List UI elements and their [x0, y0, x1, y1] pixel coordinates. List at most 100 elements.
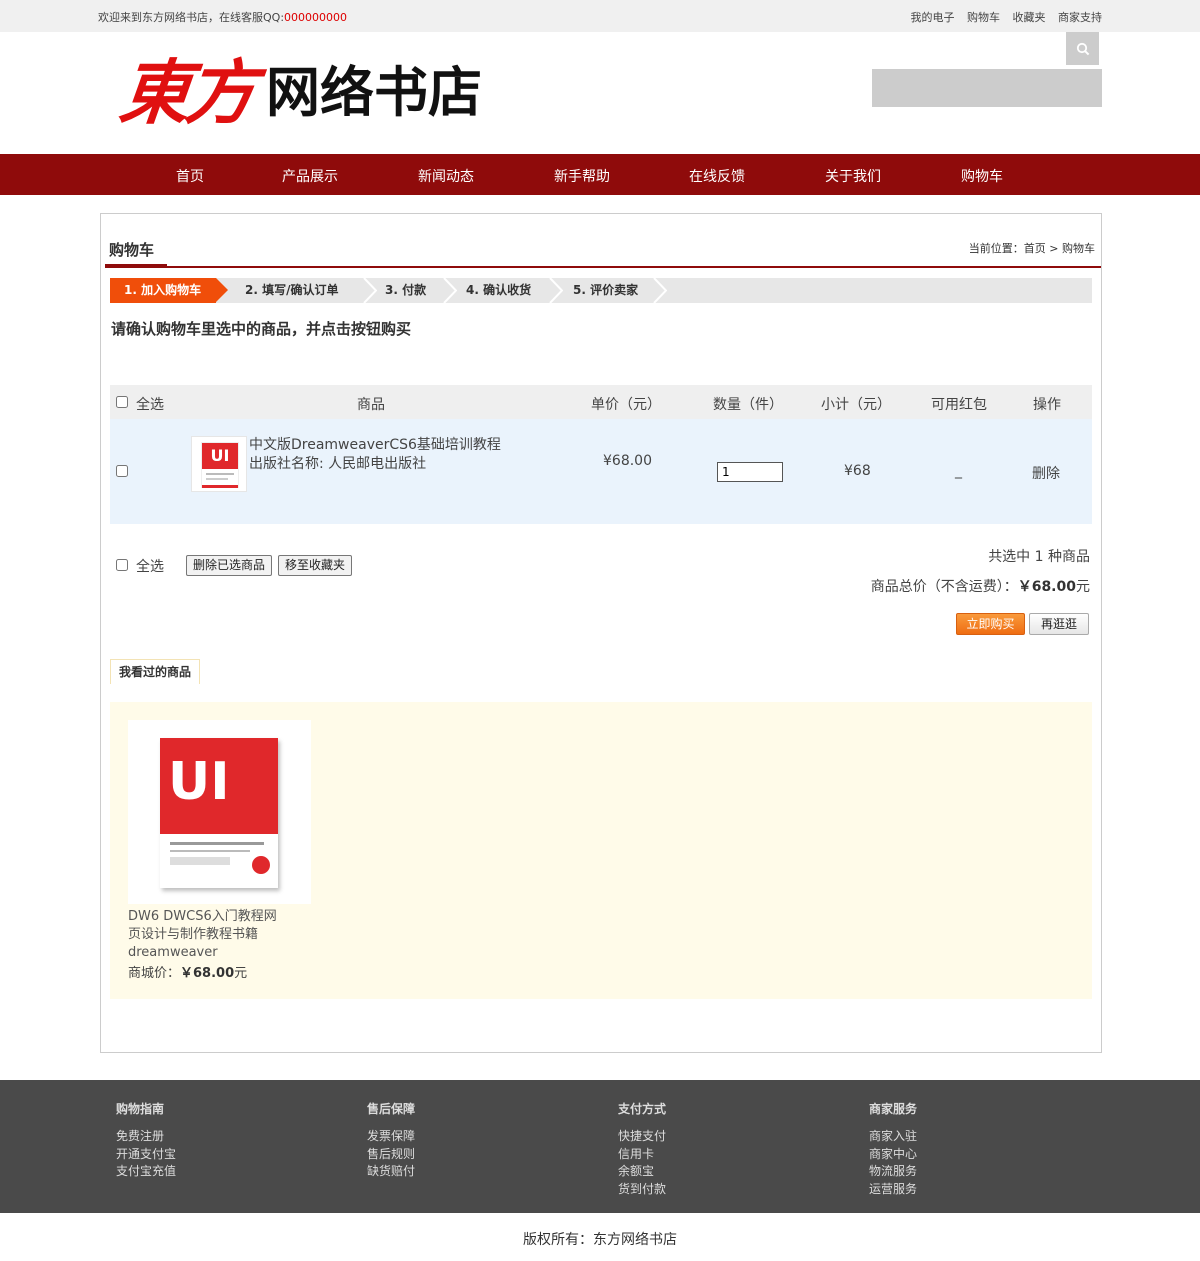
top-link-cart[interactable]: 购物车: [967, 11, 1000, 24]
page-title: 购物车: [109, 241, 155, 259]
item-thumbnail[interactable]: UI: [191, 436, 247, 492]
header-product: 商品: [357, 397, 385, 413]
cart-summary: 全选 删除已选商品 移至收藏夹 共选中 1 种商品 商品总价（不含运费）：￥68…: [110, 544, 1092, 635]
cart-item-row: UI 中文版DreamweaverCS6基础培训教程 出版社名称: 人民邮电出版…: [110, 419, 1092, 524]
footer-link[interactable]: 发票保障: [367, 1128, 415, 1146]
footer-col-shopping-guide: 购物指南 免费注册 开通支付宝 支付宝充值: [116, 1100, 176, 1181]
footer-link[interactable]: 缺货赔付: [367, 1163, 415, 1181]
step-add-to-cart: 1. 加入购物车: [110, 278, 228, 303]
item-subtotal: ¥68: [844, 463, 871, 479]
book-cover-line: [170, 842, 264, 845]
nav-products[interactable]: 产品展示: [282, 166, 338, 186]
viewed-products-tab[interactable]: 我看过的商品: [110, 659, 200, 684]
footer-link[interactable]: 信用卡: [618, 1146, 666, 1164]
viewed-products-area: UI DW6 DWCS6入门教程网页设计与制作教程书籍dreamweaver 商…: [110, 702, 1092, 999]
select-all-label: 全选: [136, 559, 164, 575]
item-unit-price: ¥68.00: [603, 453, 652, 469]
quantity-input[interactable]: [717, 462, 783, 482]
footer-link[interactable]: 支付宝充值: [116, 1163, 176, 1181]
header-qty: 数量（件）: [713, 397, 783, 413]
viewed-price-label: 商城价：: [128, 966, 181, 981]
viewed-product-image[interactable]: UI: [128, 720, 311, 904]
book-cover-badge: [252, 856, 270, 874]
delete-item-link[interactable]: 删除: [1032, 463, 1060, 483]
selected-count: 共选中 1 种商品: [988, 549, 1090, 565]
breadcrumb: 当前位置：首页 > 购物车: [968, 242, 1095, 255]
cart-panel: 购物车 当前位置：首页 > 购物车 1. 加入购物车 2. 填写/确认订单 3.…: [100, 213, 1102, 1053]
nav-about[interactable]: 关于我们: [825, 166, 881, 186]
select-all-checkbox-bottom[interactable]: [116, 559, 128, 571]
header-unit-price: 单价（元）: [591, 397, 661, 413]
top-link-favorites[interactable]: 收藏夹: [1013, 11, 1046, 24]
move-to-favorites-button[interactable]: 移至收藏夹: [278, 555, 353, 576]
book-cover-line: [170, 850, 250, 852]
search-button[interactable]: [1066, 32, 1099, 65]
copyright: 版权所有：东方网络书店: [523, 1232, 677, 1248]
total-unit: 元: [1076, 579, 1090, 595]
item-checkbox[interactable]: [116, 465, 128, 477]
step-review: 5. 评价卖家: [573, 283, 639, 297]
header-action: 操作: [1033, 397, 1061, 413]
footer-link[interactable]: 运营服务: [869, 1181, 917, 1199]
footer-link[interactable]: 开通支付宝: [116, 1146, 176, 1164]
footer-link[interactable]: 商家入驻: [869, 1128, 917, 1146]
footer-link[interactable]: 货到付款: [618, 1181, 666, 1199]
title-divider: [105, 266, 1101, 268]
delete-selected-button[interactable]: 删除已选商品: [186, 555, 273, 576]
total-price: 商品总价（不含运费）：￥68.00元: [871, 576, 1090, 596]
step-receive: 4. 确认收货: [466, 283, 532, 297]
welcome-text: 欢迎来到东方网络书店，在线客服QQ:000000000: [98, 9, 347, 25]
welcome-label: 欢迎来到东方网络书店，在线客服QQ:: [98, 11, 285, 24]
header-coupon: 可用红包: [931, 397, 987, 413]
footer-heading: 支付方式: [618, 1102, 667, 1116]
footer-link[interactable]: 免费注册: [116, 1128, 176, 1146]
nav-help[interactable]: 新手帮助: [554, 166, 610, 186]
footer-link[interactable]: 商家中心: [869, 1146, 917, 1164]
nav-home[interactable]: 首页: [176, 166, 204, 186]
viewed-product-card[interactable]: UI DW6 DWCS6入门教程网页设计与制作教程书籍dreamweaver 商…: [128, 720, 311, 981]
book-cover-band: [202, 485, 238, 488]
book-cover-title: UI: [202, 443, 238, 469]
logo-black-text: 网络书店: [266, 61, 482, 124]
footer-link[interactable]: 快捷支付: [618, 1128, 666, 1146]
top-link-merchant-support[interactable]: 商家支持: [1058, 11, 1102, 24]
nav-news[interactable]: 新闻动态: [418, 166, 474, 186]
footer-link[interactable]: 售后规则: [367, 1146, 415, 1164]
confirm-instruction: 请确认购物车里选中的商品，并点击按钮购买: [111, 320, 412, 338]
search-input[interactable]: [872, 69, 1102, 107]
buy-now-button[interactable]: 立即购买: [956, 613, 1025, 635]
viewed-product-title[interactable]: DW6 DWCS6入门教程网页设计与制作教程书籍dreamweaver: [128, 908, 288, 962]
site-logo[interactable]: 東方 网络书店: [116, 51, 482, 134]
logo-red-text: 東方: [115, 51, 257, 134]
checkout-steps: 1. 加入购物车 2. 填写/确认订单 3. 付款 4. 确认收货 5. 评价卖…: [110, 278, 1092, 303]
step-confirm-order: 2. 填写/确认订单: [245, 283, 339, 297]
footer-link[interactable]: 物流服务: [869, 1163, 917, 1181]
continue-shopping-button[interactable]: 再逛逛: [1029, 613, 1089, 635]
total-value: ￥68.00: [1017, 579, 1076, 595]
item-publisher: 出版社名称: 人民邮电出版社: [249, 456, 427, 472]
nav-feedback[interactable]: 在线反馈: [689, 166, 745, 186]
book-cover: UI: [160, 738, 278, 888]
book-cover-line: [206, 473, 234, 475]
nav-cart[interactable]: 购物车: [961, 166, 1003, 186]
viewed-product-price: 商城价：￥68.00元: [128, 962, 311, 981]
book-cover-title: UI: [168, 752, 230, 812]
item-name[interactable]: 中文版DreamweaverCS6基础培训教程: [249, 436, 501, 455]
top-link-my-ebook[interactable]: 我的电子: [911, 11, 955, 24]
cart-table-header: 全选 商品 单价（元） 数量（件） 小计（元） 可用红包 操作: [110, 385, 1092, 419]
book-cover-block: [170, 857, 230, 865]
footer-col-after-sales: 售后保障 发票保障 售后规则 缺货赔付: [367, 1100, 415, 1181]
footer-link[interactable]: 余额宝: [618, 1163, 666, 1181]
step-chevron-icon: [363, 278, 377, 303]
footer-heading: 购物指南: [116, 1102, 165, 1116]
qq-number[interactable]: 000000000: [284, 11, 347, 24]
footer: 购物指南 免费注册 开通支付宝 支付宝充值 售后保障 发票保障 售后规则 缺货赔…: [0, 1080, 1200, 1213]
top-bar: 欢迎来到东方网络书店，在线客服QQ:000000000 我的电子 购物车 收藏夹…: [0, 0, 1200, 32]
book-cover-red: UI: [160, 738, 278, 834]
book-cover: UI: [201, 442, 239, 488]
item-coupon: _: [955, 463, 962, 479]
footer-heading: 商家服务: [869, 1102, 918, 1116]
viewed-price-value: ￥68.00: [180, 966, 235, 981]
step-chevron-icon: [549, 278, 563, 303]
select-all-checkbox-top[interactable]: [116, 396, 128, 408]
